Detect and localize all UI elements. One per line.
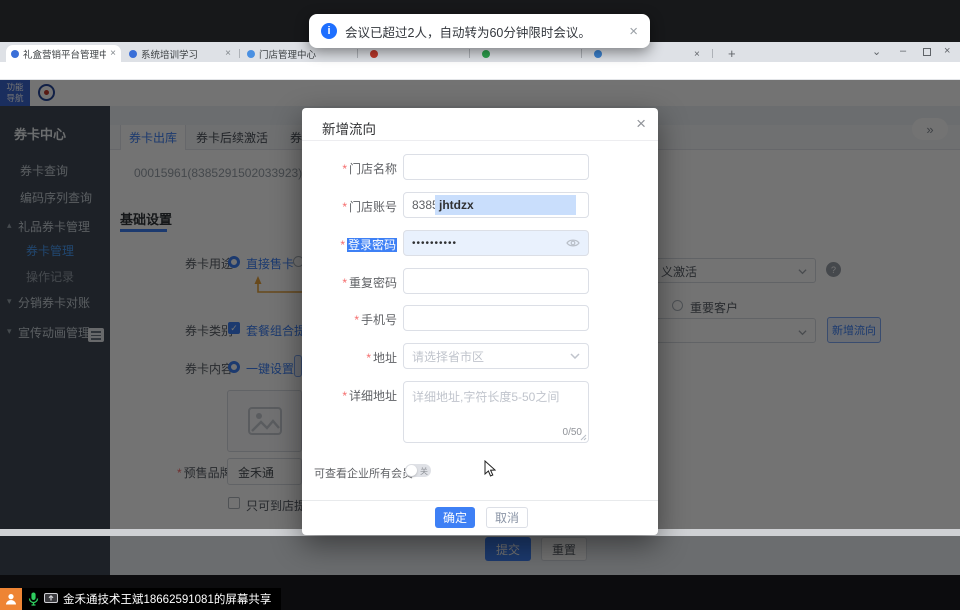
toast-close-icon[interactable]: × <box>629 23 638 40</box>
site-favicon[interactable] <box>370 50 378 58</box>
member-toggle-label: 可查看企业所有会员 <box>314 465 413 481</box>
tab-separator <box>357 49 358 58</box>
confirm-button[interactable]: 确定 <box>435 507 475 528</box>
add-flow-modal: 新增流向 × *门店名称 *门店账号 8385 jhtdzx *登录密码 •••… <box>302 108 658 535</box>
repeat-password-input[interactable] <box>403 268 589 294</box>
browser-address-bar: ← → ↻ standard.maboy.cn/CardsOut ☆ 更新 ⋮ <box>0 62 960 80</box>
phone-label: 手机号 <box>361 313 397 327</box>
resize-handle-icon[interactable] <box>579 433 587 441</box>
address-label: 地址 <box>373 351 397 365</box>
modal-footer-divider <box>302 500 658 501</box>
tab-title: 系统培训学习 <box>141 47 219 61</box>
repeat-password-label: 重复密码 <box>349 276 397 290</box>
detail-address-textarea[interactable]: 详细地址,字符长度5-50之间 0/50 <box>403 381 589 443</box>
site-favicon[interactable] <box>482 50 490 58</box>
mic-icon <box>28 592 39 606</box>
tab-title: 礼盒营销平台管理中心 <box>23 47 106 61</box>
browser-menu-caret-icon[interactable]: ⌄ <box>872 45 881 58</box>
screen-share-text: 金禾通技术王斌18662591081的屏幕共享 <box>63 591 271 607</box>
screen-share-bar: 金禾通技术王斌18662591081的屏幕共享 <box>22 588 281 610</box>
chevron-down-icon <box>570 353 580 359</box>
address-placeholder: 请选择省市区 <box>412 348 484 365</box>
tab-separator <box>712 49 713 58</box>
tab-title: 门店管理中心 <box>259 47 337 61</box>
site-favicon <box>129 50 137 58</box>
info-icon: i <box>321 23 337 39</box>
modal-header-divider <box>302 140 658 141</box>
store-name-input[interactable] <box>403 154 589 180</box>
mouse-cursor-icon <box>484 460 496 477</box>
detail-address-label: 详细地址 <box>349 389 397 403</box>
tab-separator <box>469 49 470 58</box>
window-maximize-button[interactable] <box>923 48 931 56</box>
modal-title: 新增流向 <box>322 118 376 138</box>
tab-close-icon[interactable]: × <box>221 48 231 59</box>
sharer-avatar <box>0 588 22 610</box>
detail-address-placeholder: 详细地址,字符长度5-50之间 <box>412 388 559 405</box>
browser-tab-2[interactable]: 系统培训学习 × <box>124 45 236 62</box>
member-toggle-switch[interactable]: 关 <box>405 464 431 477</box>
toggle-state: 关 <box>420 466 428 477</box>
password-label: 登录密码 <box>347 238 397 252</box>
tab-separator <box>581 49 582 58</box>
store-name-label: 门店名称 <box>349 162 397 176</box>
store-account-label: 门店账号 <box>349 200 397 214</box>
site-favicon[interactable] <box>594 50 602 58</box>
browser-tab-1[interactable]: 礼盒营销平台管理中心 × <box>6 45 121 62</box>
store-account-input[interactable]: 8385 jhtdzx <box>403 192 589 218</box>
cancel-button[interactable]: 取消 <box>486 507 528 528</box>
password-input[interactable]: •••••••••• <box>403 230 589 256</box>
account-value-selected: jhtdzx <box>435 195 576 215</box>
tab-close-icon[interactable]: × <box>694 49 700 60</box>
password-dots: •••••••••• <box>412 238 457 249</box>
site-favicon <box>11 50 19 58</box>
phone-input[interactable] <box>403 305 589 331</box>
site-favicon <box>247 50 255 58</box>
eye-icon[interactable] <box>566 238 580 248</box>
new-tab-button[interactable]: + <box>728 46 736 61</box>
toggle-knob <box>406 465 417 476</box>
window-close-button[interactable]: × <box>944 45 950 57</box>
screen-share-icon <box>44 593 58 605</box>
toast-message: 会议已超过2人，自动转为60分钟限时会议。 <box>345 22 591 41</box>
person-icon <box>4 592 18 606</box>
meeting-toast: i 会议已超过2人，自动转为60分钟限时会议。 × <box>309 14 650 48</box>
modal-close-icon[interactable]: × <box>636 114 646 134</box>
window-minimize-button[interactable]: – <box>900 45 906 57</box>
address-select[interactable]: 请选择省市区 <box>403 343 589 369</box>
tab-close-icon[interactable]: × <box>106 48 116 59</box>
tab-separator <box>239 49 240 58</box>
